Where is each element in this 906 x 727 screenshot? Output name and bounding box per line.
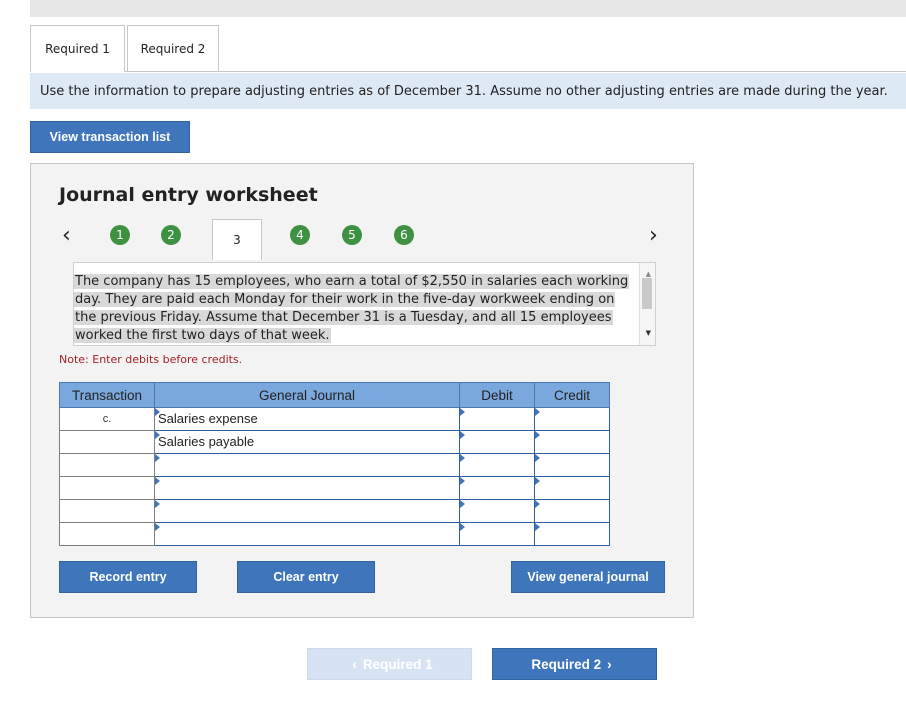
credit-input[interactable] <box>534 499 610 523</box>
dropdown-marker-icon <box>155 523 160 531</box>
input-marker-icon <box>460 477 465 485</box>
account-select[interactable]: Salaries expense <box>154 407 460 431</box>
account-name: Salaries payable <box>158 434 255 449</box>
journal-row <box>59 499 610 523</box>
transaction-cell[interactable] <box>59 476 155 500</box>
view-transaction-list-button[interactable]: View transaction list <box>30 121 190 153</box>
description-scrollbar[interactable]: ▲ ▼ <box>639 263 655 345</box>
input-marker-icon <box>460 500 465 508</box>
credit-input[interactable] <box>534 476 610 500</box>
account-select[interactable] <box>154 499 460 523</box>
transaction-cell[interactable] <box>59 453 155 477</box>
record-entry-button[interactable]: Record entry <box>59 561 197 593</box>
step-4[interactable]: 4 <box>290 225 310 245</box>
scroll-thumb[interactable] <box>642 278 652 309</box>
prev-required-label: Required 1 <box>362 656 433 672</box>
debits-note: Note: Enter debits before credits. <box>59 353 243 366</box>
header-debit: Debit <box>459 382 535 408</box>
step-5[interactable]: 5 <box>342 225 362 245</box>
credit-input[interactable] <box>534 430 610 454</box>
journal-table: Transaction General Journal Debit Credit… <box>59 382 610 546</box>
transaction-cell[interactable] <box>59 499 155 523</box>
debit-input[interactable] <box>459 453 535 477</box>
input-marker-icon <box>535 477 540 485</box>
credit-input[interactable] <box>534 407 610 431</box>
journal-row <box>59 476 610 500</box>
step-2[interactable]: 2 <box>161 225 181 245</box>
credit-input[interactable] <box>534 453 610 477</box>
next-required-button[interactable]: Required 2 › <box>492 648 657 680</box>
chevron-right-icon[interactable]: › <box>649 225 658 247</box>
dropdown-marker-icon <box>155 477 160 485</box>
header-transaction: Transaction <box>59 382 155 408</box>
tab-divider <box>30 71 906 72</box>
debit-input[interactable] <box>459 522 535 546</box>
debit-input[interactable] <box>459 476 535 500</box>
journal-row <box>59 453 610 477</box>
input-marker-icon <box>535 500 540 508</box>
journal-entry-worksheet: Journal entry worksheet ‹ › 1 2 3 4 5 6 … <box>30 163 694 618</box>
account-select[interactable] <box>154 476 460 500</box>
transaction-cell[interactable] <box>59 522 155 546</box>
dropdown-marker-icon <box>155 454 160 462</box>
clear-entry-button[interactable]: Clear entry <box>237 561 375 593</box>
header-credit: Credit <box>534 382 610 408</box>
step-1[interactable]: 1 <box>110 225 130 245</box>
input-marker-icon <box>460 523 465 531</box>
chevron-left-icon[interactable]: ‹ <box>62 225 71 247</box>
dropdown-marker-icon <box>155 408 160 416</box>
input-marker-icon <box>535 408 540 416</box>
chevron-right-icon: › <box>607 656 612 672</box>
account-name: Salaries expense <box>158 411 258 426</box>
view-general-journal-button[interactable]: View general journal <box>511 561 665 593</box>
input-marker-icon <box>460 454 465 462</box>
input-marker-icon <box>460 408 465 416</box>
dropdown-marker-icon <box>155 431 160 439</box>
next-required-label: Required 2 <box>531 656 602 672</box>
header-general-journal: General Journal <box>154 382 460 408</box>
transaction-cell[interactable] <box>59 430 155 454</box>
chevron-left-icon: ‹ <box>352 656 357 672</box>
debit-input[interactable] <box>459 407 535 431</box>
input-marker-icon <box>535 431 540 439</box>
scroll-down-icon[interactable]: ▼ <box>646 324 651 342</box>
top-bar <box>30 0 906 17</box>
journal-row: Salaries payable <box>59 430 610 454</box>
tab-required-1[interactable]: Required 1 <box>30 25 125 72</box>
description-text: The company has 15 employees, who earn a… <box>74 274 630 343</box>
instructions-text: Use the information to prepare adjusting… <box>40 83 888 99</box>
step-3-active[interactable]: 3 <box>212 219 262 260</box>
journal-row <box>59 522 610 546</box>
prev-required-button[interactable]: ‹ Required 1 <box>307 648 472 680</box>
journal-header-row: Transaction General Journal Debit Credit <box>59 382 610 408</box>
worksheet-title: Journal entry worksheet <box>59 184 318 206</box>
instructions-banner: Use the information to prepare adjusting… <box>30 73 906 109</box>
account-select[interactable]: Salaries payable <box>154 430 460 454</box>
debit-input[interactable] <box>459 499 535 523</box>
journal-row: c. Salaries expense <box>59 407 610 431</box>
input-marker-icon <box>535 454 540 462</box>
account-select[interactable] <box>154 453 460 477</box>
account-select[interactable] <box>154 522 460 546</box>
transaction-cell[interactable]: c. <box>59 407 155 431</box>
debit-input[interactable] <box>459 430 535 454</box>
transaction-description: The company has 15 employees, who earn a… <box>73 262 656 346</box>
tab-required-2[interactable]: Required 2 <box>127 25 219 72</box>
input-marker-icon <box>460 431 465 439</box>
step-6[interactable]: 6 <box>394 225 414 245</box>
input-marker-icon <box>535 523 540 531</box>
dropdown-marker-icon <box>155 500 160 508</box>
credit-input[interactable] <box>534 522 610 546</box>
